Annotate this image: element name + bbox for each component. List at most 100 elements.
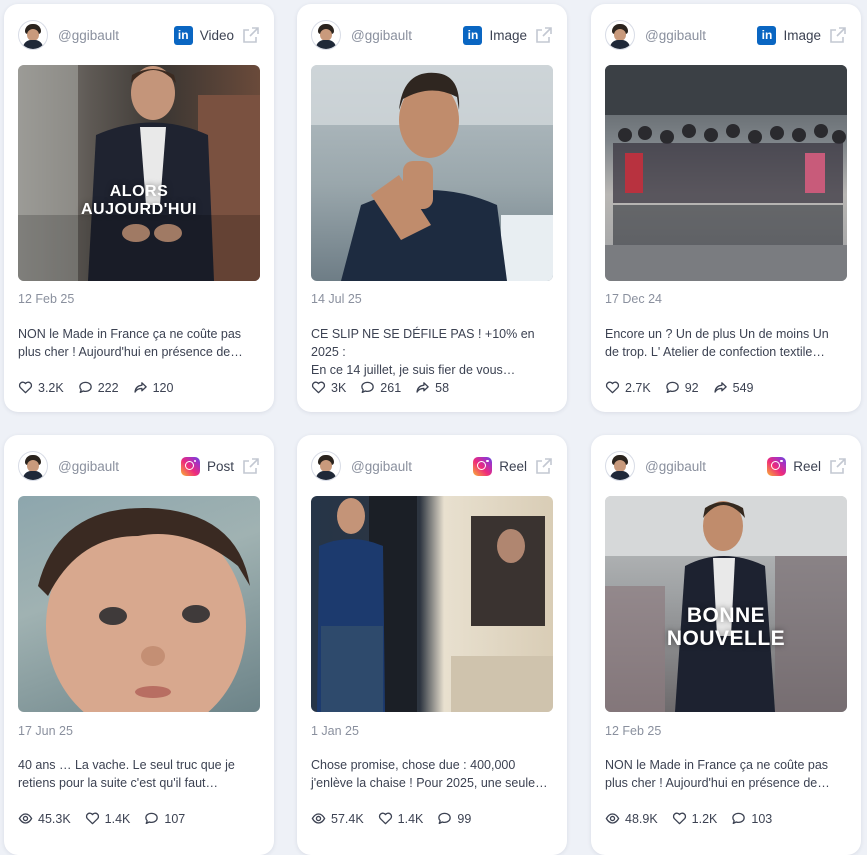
external-link-icon[interactable]: [829, 457, 847, 475]
stat-value: 3.2K: [38, 380, 64, 395]
author-handle[interactable]: @ggibault: [351, 28, 412, 43]
avatar[interactable]: [311, 451, 341, 481]
author-handle[interactable]: @ggibault: [351, 459, 412, 474]
post-card[interactable]: @ggibault in Image 14 Jul 25 CE SLIP NE …: [297, 4, 567, 412]
post-caption: NON le Made in France ça ne coûte pas pl…: [605, 756, 847, 792]
comment-icon: [145, 812, 159, 825]
platform-badge: Reel: [473, 456, 527, 476]
platform-badge: in Video: [173, 25, 234, 45]
caption-line: NON le Made in France ça ne coûte pas: [605, 758, 829, 772]
stat-share: 58: [415, 380, 449, 395]
linkedin-icon: in: [463, 25, 483, 45]
post-caption: CE SLIP NE SE DÉFILE PAS ! +10% en 2025 …: [311, 325, 553, 379]
post-grid: @ggibault in Video ALORS AUJOURD'HUI 12 …: [0, 0, 867, 855]
post-thumbnail[interactable]: [311, 65, 553, 281]
post-card[interactable]: @ggibault Post 17 Jun 25 40 ans … La vac…: [4, 435, 274, 855]
post-card[interactable]: @ggibault Reel 1 Jan 25 Chose promise, c…: [297, 435, 567, 855]
post-type-label: Image: [489, 27, 527, 43]
author-handle[interactable]: @ggibault: [645, 28, 706, 43]
heart-icon: [605, 381, 620, 394]
external-link-icon[interactable]: [535, 26, 553, 44]
stat-value: 2.7K: [625, 380, 651, 395]
external-link-icon[interactable]: [242, 457, 260, 475]
thumbnail-scene: [311, 65, 553, 281]
post-thumbnail[interactable]: [605, 65, 847, 281]
thumbnail-scene: [605, 65, 847, 281]
post-type-label: Post: [206, 458, 234, 474]
author-handle[interactable]: @ggibault: [58, 28, 119, 43]
heart-icon: [672, 812, 686, 825]
card-header: @ggibault in Image: [605, 20, 847, 50]
caption-line: de trop. L' Atelier de confection textil…: [605, 345, 825, 359]
external-link-icon[interactable]: [535, 457, 553, 475]
stat-value: 103: [751, 811, 773, 826]
stat-value: 92: [684, 380, 699, 395]
post-caption: NON le Made in France ça ne coûte pas pl…: [18, 325, 260, 361]
video-caption-overlay: BONNE NOUVELLE: [666, 604, 786, 650]
stat-value: 1.4K: [397, 811, 424, 826]
post-stats: 57.4K 1.4K 99: [311, 811, 471, 826]
post-type-label: Reel: [499, 458, 527, 474]
platform-badge: in Image: [757, 25, 821, 45]
stat-value: 99: [457, 811, 472, 826]
caption-line: plus cher ! Aujourd'hui en présence de…: [605, 776, 830, 790]
card-header: @ggibault in Video: [18, 20, 260, 50]
stat-share: 549: [713, 380, 754, 395]
post-thumbnail[interactable]: [18, 496, 260, 712]
stat-value: 45.3K: [38, 811, 71, 826]
author-handle[interactable]: @ggibault: [58, 459, 119, 474]
post-thumbnail[interactable]: ALORS AUJOURD'HUI: [18, 65, 260, 281]
post-card[interactable]: @ggibault in Image 17 Dec 24 Encore un ?…: [591, 4, 861, 412]
stat-value: 1.2K: [691, 811, 718, 826]
heart-icon: [311, 381, 326, 394]
avatar[interactable]: [605, 20, 635, 50]
stat-heart: 2.7K: [605, 380, 651, 395]
post-caption: Chose promise, chose due : 400,000 j'enl…: [311, 756, 553, 792]
stat-comment: 92: [665, 380, 699, 395]
caption-line: retiens pour la suite c'est qu'il faut…: [18, 776, 219, 790]
stat-eye: 45.3K: [18, 811, 71, 826]
stat-value: 549: [732, 380, 754, 395]
stat-value: 48.9K: [625, 811, 658, 826]
post-thumbnail[interactable]: [311, 496, 553, 712]
post-card[interactable]: @ggibault Reel BONNE NOUVELLE 12 Feb 25 …: [591, 435, 861, 855]
post-stats: 3.2K 222 120: [18, 380, 173, 395]
thumbnail-scene: [18, 65, 260, 281]
avatar[interactable]: [605, 451, 635, 481]
share-icon: [416, 382, 429, 393]
avatar[interactable]: [18, 451, 48, 481]
card-header: @ggibault in Image: [311, 20, 553, 50]
heart-icon: [85, 812, 99, 825]
post-date: 12 Feb 25: [605, 724, 662, 738]
card-header: @ggibault Reel: [311, 451, 553, 481]
video-caption-overlay: ALORS AUJOURD'HUI: [81, 183, 197, 218]
eye-icon: [605, 813, 620, 824]
share-icon: [714, 382, 727, 393]
stat-heart: 3K: [311, 380, 346, 395]
avatar[interactable]: [311, 20, 341, 50]
post-stats: 45.3K 1.4K 107: [18, 811, 185, 826]
instagram-icon: [767, 456, 787, 476]
caption-line: j'enlève la chaise ! Pour 2025, une seul…: [311, 776, 548, 790]
external-link-icon[interactable]: [242, 26, 260, 44]
post-date: 17 Dec 24: [605, 292, 662, 306]
post-stats: 2.7K 92 549: [605, 380, 753, 395]
post-date: 17 Jun 25: [18, 724, 73, 738]
platform-badge: Post: [180, 456, 234, 476]
post-card[interactable]: @ggibault in Video ALORS AUJOURD'HUI 12 …: [4, 4, 274, 412]
external-link-icon[interactable]: [829, 26, 847, 44]
stat-comment: 222: [78, 380, 119, 395]
post-date: 1 Jan 25: [311, 724, 359, 738]
caption-line: Chose promise, chose due : 400,000: [311, 758, 516, 772]
post-thumbnail[interactable]: BONNE NOUVELLE: [605, 496, 847, 712]
share-icon: [133, 382, 147, 393]
thumbnail-scene: [317, 496, 553, 712]
stat-comment: 261: [360, 380, 401, 395]
avatar[interactable]: [18, 20, 48, 50]
author-handle[interactable]: @ggibault: [645, 459, 706, 474]
eye-icon: [311, 813, 326, 824]
stat-value: 3K: [331, 380, 347, 395]
stat-heart: 1.4K: [378, 811, 424, 826]
platform-badge: in Image: [463, 25, 527, 45]
post-date: 14 Jul 25: [311, 292, 362, 306]
